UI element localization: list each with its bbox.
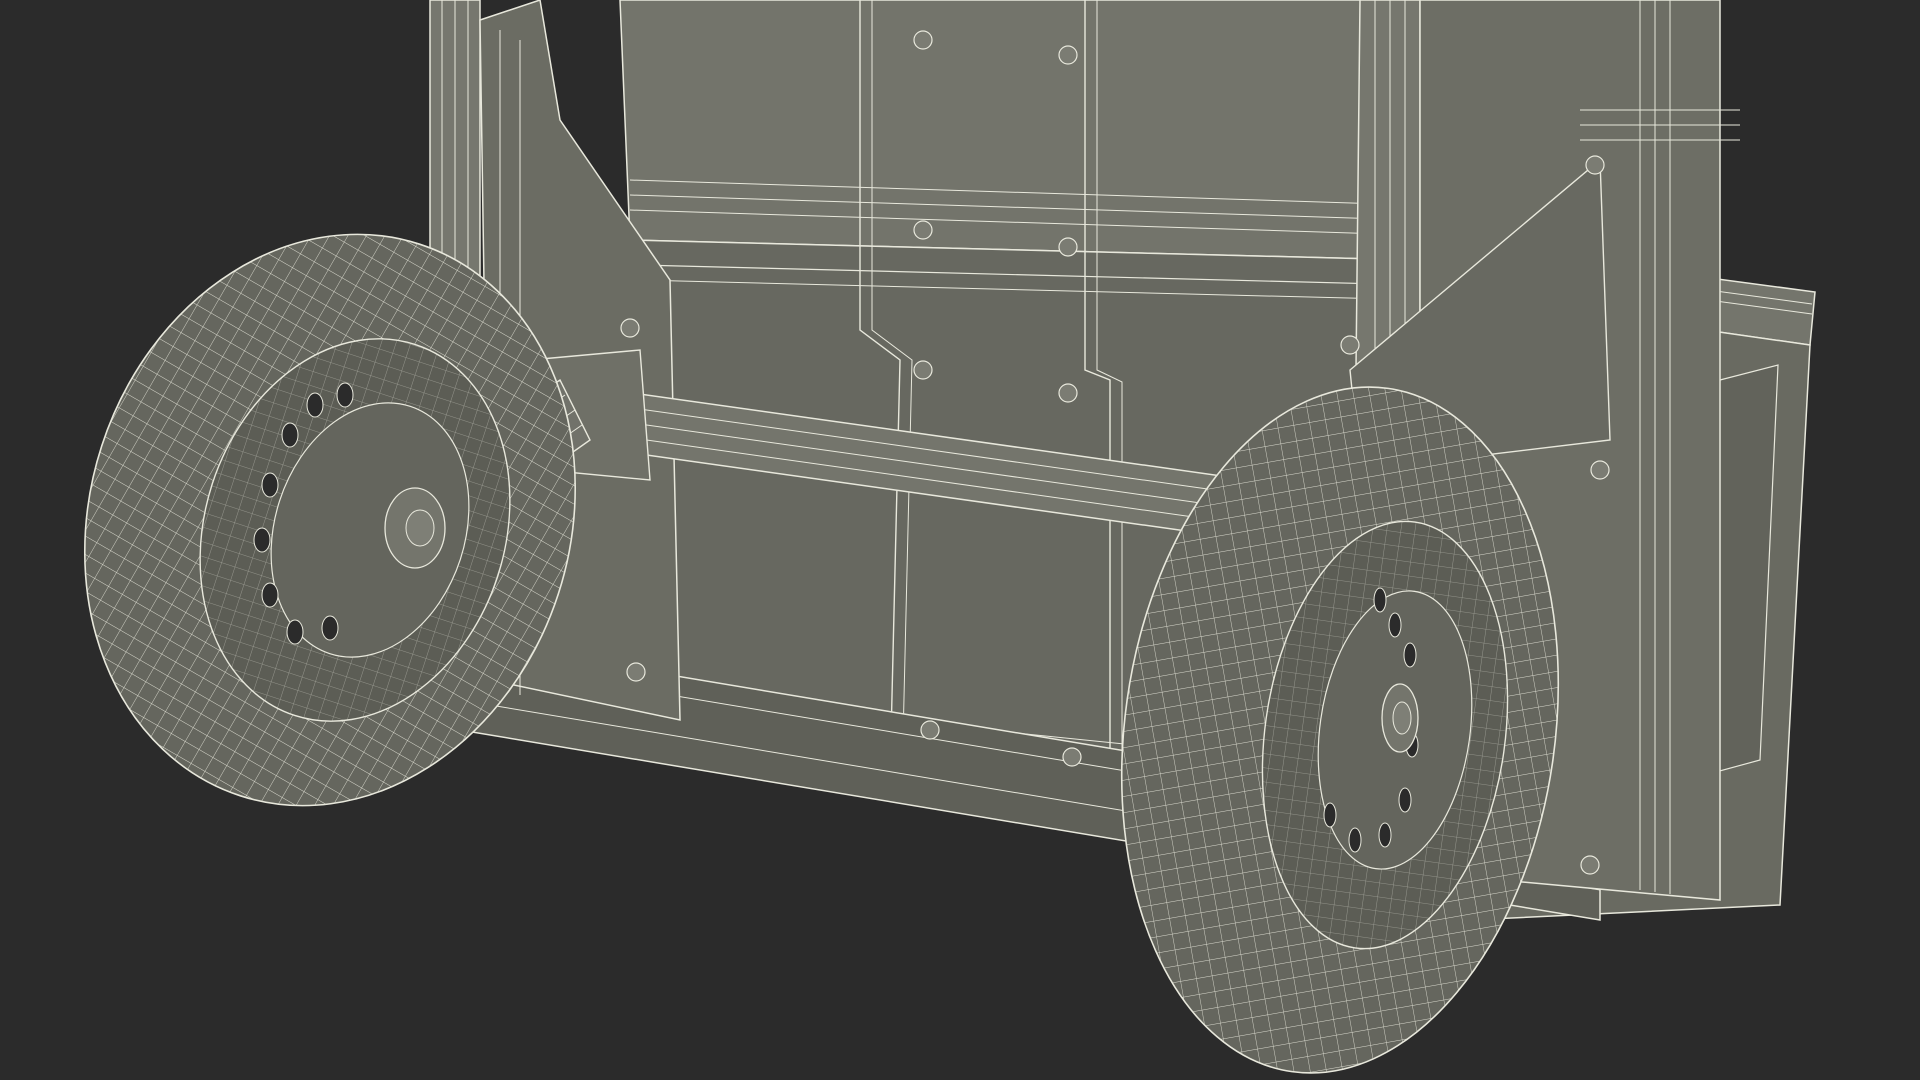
- wireframe-render-viewport: [0, 0, 1920, 1080]
- hand-truck-wireframe-model: [83, 0, 1816, 1074]
